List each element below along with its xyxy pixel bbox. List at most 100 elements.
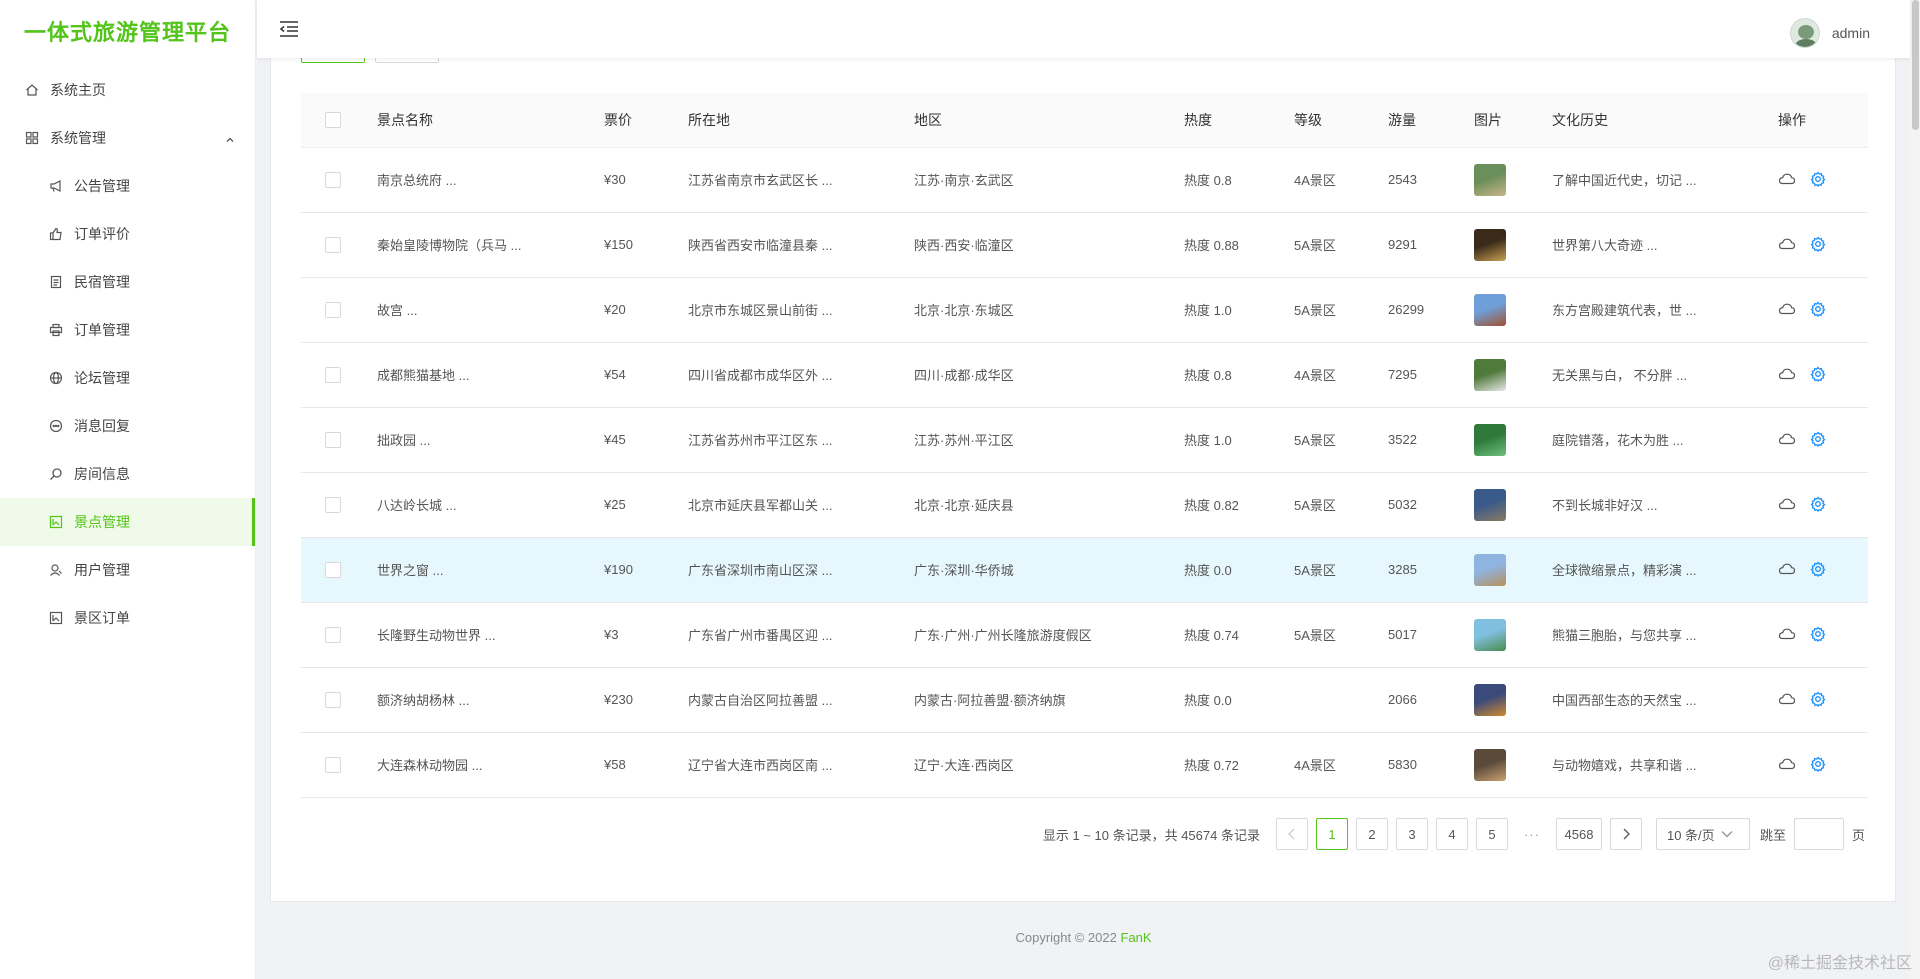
gear-icon[interactable] [1810, 366, 1826, 382]
sidebar-item-4[interactable]: 订单管理 [0, 306, 255, 354]
row-checkbox[interactable] [325, 236, 341, 253]
gear-icon[interactable] [1810, 756, 1826, 772]
gear-icon[interactable] [1810, 496, 1826, 512]
cloud-icon[interactable] [1778, 497, 1796, 511]
cell-heat: 热度 0.0 [1174, 667, 1284, 733]
page-last[interactable]: 4568 [1555, 818, 1602, 850]
cell-history: 无关黑与白， 不分胖 ... [1542, 342, 1768, 408]
table-row[interactable]: 秦始皇陵博物院（兵马 ... ¥150 陕西省西安市临潼县秦 ... 陕西·西安·临潼… [301, 212, 1868, 278]
scenic-thumbnail[interactable] [1474, 683, 1506, 716]
table-row[interactable]: 拙政园 ... ¥45 江苏省苏州市平江区东 ... 江苏·苏州·平江区 热度 1.0 5… [301, 407, 1868, 473]
page-ellipsis[interactable]: ··· [1516, 827, 1548, 842]
gear-icon[interactable] [1810, 626, 1826, 642]
page-4[interactable]: 4 [1435, 818, 1468, 850]
table-row[interactable]: 南京总统府 ... ¥30 江苏省南京市玄武区长 ... 江苏·南京·玄武区 热度 0.… [301, 147, 1868, 213]
sidebar-item-5[interactable]: 论坛管理 [0, 354, 255, 402]
cloud-icon[interactable] [1778, 692, 1796, 706]
row-checkbox[interactable] [325, 561, 341, 578]
sidebar: 一体式旅游管理平台 系统主页 系统管理 公告管理 订单评价 民宿管理 订单管理 论坛管理… [0, 0, 256, 979]
row-checkbox[interactable] [325, 626, 341, 643]
sidebar-item-1[interactable]: 公告管理 [0, 162, 255, 210]
cell-location: 陕西省西安市临潼县秦 ... [678, 212, 904, 278]
row-checkbox[interactable] [325, 171, 341, 188]
cloud-icon[interactable] [1778, 302, 1796, 316]
cell-heat: 热度 0.72 [1174, 732, 1284, 798]
gear-icon[interactable] [1810, 691, 1826, 707]
footer-brand-link[interactable]: FanK [1120, 930, 1151, 945]
scenic-thumbnail[interactable] [1474, 423, 1506, 456]
row-checkbox[interactable] [325, 301, 341, 318]
sidebar-item-7[interactable]: 房间信息 [0, 450, 255, 498]
scenic-thumbnail[interactable] [1474, 488, 1506, 521]
cloud-icon[interactable] [1778, 562, 1796, 576]
cell-level: 5A景区 [1284, 602, 1378, 668]
page-5[interactable]: 5 [1475, 818, 1508, 850]
user-icon [48, 562, 64, 578]
sidebar-item-home[interactable]: 系统主页 [0, 66, 255, 114]
jump-page-input[interactable] [1793, 818, 1844, 850]
row-checkbox[interactable] [325, 691, 341, 708]
user-menu[interactable]: admin [1789, 18, 1870, 48]
column-header: 所在地 [678, 93, 904, 148]
scrollbar-track[interactable] [1910, 0, 1920, 979]
cell-price: ¥20 [594, 277, 678, 343]
gear-icon[interactable] [1810, 431, 1826, 447]
sidebar-item-2[interactable]: 订单评价 [0, 210, 255, 258]
sidebar-item-10[interactable]: 景区订单 [0, 594, 255, 642]
cloud-icon[interactable] [1778, 237, 1796, 251]
select-all-checkbox[interactable] [325, 112, 341, 129]
table-row[interactable]: 世界之窗 ... ¥190 广东省深圳市南山区深 ... 广东·深圳·华侨城 热度 0.… [301, 537, 1868, 603]
column-header: 等级 [1284, 93, 1378, 148]
gear-icon[interactable] [1810, 171, 1826, 187]
scenic-thumbnail[interactable] [1474, 358, 1506, 391]
sidebar-item-8[interactable]: 景点管理 [0, 498, 255, 546]
row-checkbox[interactable] [325, 366, 341, 383]
watermark: @稀土掘金技术社区 [1767, 955, 1912, 972]
page-2[interactable]: 2 [1355, 818, 1388, 850]
row-checkbox[interactable] [325, 756, 341, 773]
cloud-icon[interactable] [1778, 367, 1796, 381]
content-card: 新增 删除 景点名称 票价 所在地 地区 热度 等级 游量 图片 文化历史 操作… [270, 37, 1896, 902]
row-checkbox[interactable] [325, 431, 341, 448]
cell-level: 5A景区 [1284, 407, 1378, 473]
table-row[interactable]: 额济纳胡杨林 ... ¥230 内蒙古自治区阿拉善盟 ... 内蒙古·阿拉善盟·额济纳… [301, 667, 1868, 733]
sidebar-item-9[interactable]: 用户管理 [0, 546, 255, 594]
sidebar-item-label: 公告管理 [74, 178, 130, 194]
page-1[interactable]: 1 [1315, 818, 1348, 850]
sidebar-item-6[interactable]: 消息回复 [0, 402, 255, 450]
sidebar-group-system[interactable]: 系统管理 [0, 114, 255, 162]
cloud-icon[interactable] [1778, 172, 1796, 186]
table-row[interactable]: 成都熊猫基地 ... ¥54 四川省成都市成华区外 ... 四川·成都·成华区 热度 0… [301, 342, 1868, 408]
cloud-icon[interactable] [1778, 757, 1796, 771]
page-3[interactable]: 3 [1395, 818, 1428, 850]
sidebar-item-3[interactable]: 民宿管理 [0, 258, 255, 306]
sidebar-item-label: 订单管理 [74, 322, 130, 338]
table-row[interactable]: 大连森林动物园 ... ¥58 辽宁省大连市西岗区南 ... 辽宁·大连·西岗区 热度 … [301, 732, 1868, 798]
scenic-thumbnail[interactable] [1474, 618, 1506, 651]
scenic-thumbnail[interactable] [1474, 553, 1506, 586]
cloud-icon[interactable] [1778, 432, 1796, 446]
record-summary: 显示 1 ~ 10 条记录，共 45674 条记录 [1042, 827, 1260, 843]
scenic-thumbnail[interactable] [1474, 163, 1506, 196]
prev-page-button[interactable] [1275, 818, 1308, 850]
menu-fold-icon[interactable] [279, 20, 299, 38]
gear-icon[interactable] [1810, 561, 1826, 577]
scenic-thumbnail[interactable] [1474, 293, 1506, 326]
scenic-thumbnail[interactable] [1474, 748, 1506, 781]
cloud-icon[interactable] [1778, 627, 1796, 641]
cell-location: 辽宁省大连市西岗区南 ... [678, 732, 904, 798]
cell-location: 北京市东城区景山前街 ... [678, 277, 904, 343]
sidebar-group-label: 系统管理 [50, 130, 106, 146]
gear-icon[interactable] [1810, 236, 1826, 252]
cell-name: 秦始皇陵博物院（兵马 ... [367, 212, 594, 278]
scrollbar-thumb[interactable] [1912, 0, 1919, 130]
row-checkbox[interactable] [325, 496, 341, 513]
table-row[interactable]: 长隆野生动物世界 ... ¥3 广东省广州市番禺区迎 ... 广东·广州·广州长隆旅游… [301, 602, 1868, 668]
next-page-button[interactable] [1609, 818, 1642, 850]
cell-visits: 5017 [1378, 602, 1464, 668]
page-size-select[interactable]: 10 条/页 [1655, 818, 1750, 850]
table-row[interactable]: 故宫 ... ¥20 北京市东城区景山前街 ... 北京·北京·东城区 热度 1.0 5A… [301, 277, 1868, 343]
scenic-thumbnail[interactable] [1474, 228, 1506, 261]
table-row[interactable]: 八达岭长城 ... ¥25 北京市延庆县军都山关 ... 北京·北京·延庆县 热度 0.… [301, 472, 1868, 538]
gear-icon[interactable] [1810, 301, 1826, 317]
